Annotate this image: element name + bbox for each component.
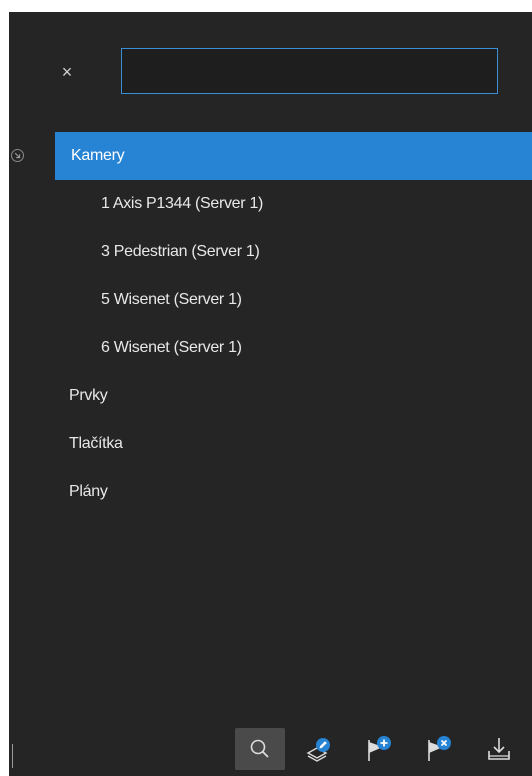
- tree-group-prvky[interactable]: Prvky: [9, 372, 532, 420]
- collapse-circle-icon[interactable]: [11, 149, 24, 162]
- tree-group-kamery[interactable]: Kamery: [11, 132, 532, 180]
- tree-item-label: 5 Wisenet (Server 1): [101, 291, 242, 308]
- tree-item-camera[interactable]: 3 Pedestrian (Server 1): [9, 228, 532, 276]
- tree-group-label: Prvky: [69, 387, 108, 404]
- search-button[interactable]: [235, 728, 285, 770]
- camera-panel: × Kamery 1 Axis P1344 (Server 1) 3 Pedes…: [9, 12, 532, 776]
- flag-add-icon: [368, 736, 391, 761]
- tree-item-camera[interactable]: 6 Wisenet (Server 1): [9, 324, 532, 372]
- tree-item-label: 1 Axis P1344 (Server 1): [101, 195, 264, 212]
- flag-add-button[interactable]: [353, 728, 403, 770]
- bottom-toolbar: [9, 722, 532, 776]
- edit-layer-button[interactable]: [294, 728, 344, 770]
- download-icon: [488, 738, 510, 760]
- flag-remove-button[interactable]: [413, 728, 463, 770]
- search-icon: [250, 739, 269, 758]
- tree-item-camera[interactable]: 5 Wisenet (Server 1): [9, 276, 532, 324]
- tree-group-label: Kamery: [71, 147, 125, 164]
- flag-remove-icon: [428, 736, 451, 761]
- close-search-button[interactable]: ×: [53, 58, 81, 86]
- tree-item-camera[interactable]: 1 Axis P1344 (Server 1): [9, 180, 532, 228]
- edit-layer-icon: [306, 738, 330, 762]
- tree-group-plany[interactable]: Plány: [9, 468, 532, 516]
- search-input[interactable]: [121, 48, 498, 94]
- panel-resize-handle[interactable]: [12, 744, 13, 768]
- tree-group-label: Plány: [69, 483, 108, 500]
- tree-group-tlacitka[interactable]: Tlačítka: [9, 420, 532, 468]
- tree-item-label: 6 Wisenet (Server 1): [101, 339, 242, 356]
- tree-item-label: 3 Pedestrian (Server 1): [101, 243, 260, 260]
- tree-view: Kamery 1 Axis P1344 (Server 1) 3 Pedestr…: [9, 132, 532, 516]
- download-button[interactable]: [474, 728, 524, 770]
- tree-group-label: Tlačítka: [69, 435, 123, 452]
